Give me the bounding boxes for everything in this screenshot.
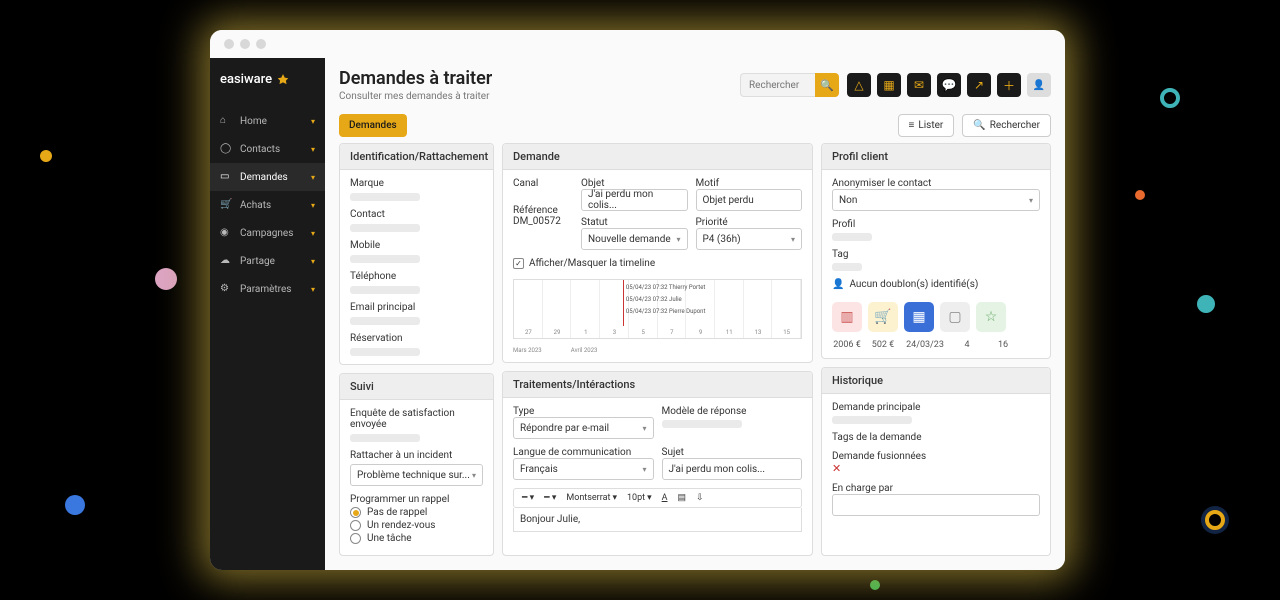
search-icon: 🔍	[820, 79, 834, 92]
chevron-down-icon: ▾	[311, 145, 315, 154]
radio-rendez-vous[interactable]: Un rendez-vous	[350, 520, 483, 531]
chat-icon[interactable]: 💬	[937, 73, 961, 97]
sidebar-item-achats[interactable]: 🛒Achats▾	[210, 191, 325, 219]
stat-revenue-icon[interactable]: ▥	[832, 302, 862, 332]
user-icon: ◯	[220, 143, 232, 155]
field-contact: Contact	[350, 209, 483, 220]
cart-icon: 🛒	[220, 199, 232, 211]
cloud-icon: ☁	[220, 255, 232, 267]
chevron-down-icon: ▾	[311, 117, 315, 126]
radio-tache[interactable]: Une tâche	[350, 533, 483, 544]
close-icon[interactable]: ✕	[832, 462, 1040, 475]
logo-icon	[276, 73, 290, 87]
avatar[interactable]: 👤	[1027, 73, 1051, 97]
page-title: Demandes à traiter	[339, 68, 732, 89]
attach-icon[interactable]: ⇩	[693, 492, 707, 504]
chevron-down-icon: ▾	[311, 229, 315, 238]
type-select[interactable]: Répondre par e-mail▾	[513, 417, 654, 439]
sujet-input[interactable]: J'ai perdu mon colis...	[662, 458, 803, 480]
field-email: Email principal	[350, 302, 483, 313]
mail-icon[interactable]: ✉	[907, 73, 931, 97]
sidebar-item-partage[interactable]: ☁Partage▾	[210, 247, 325, 275]
anonymiser-select[interactable]: Non▾	[832, 189, 1040, 211]
panel-demande: Demande	[503, 144, 812, 170]
sidebar-item-contacts[interactable]: ◯Contacts▾	[210, 135, 325, 163]
panel-historique: Historique	[822, 368, 1050, 394]
sidebar-item-home[interactable]: ⌂Home▾	[210, 107, 325, 135]
fontsize-select[interactable]: 10pt ▾	[624, 492, 655, 504]
panel-profil: Profil client	[822, 144, 1050, 170]
home-icon: ⌂	[220, 115, 232, 127]
field-mobile: Mobile	[350, 240, 483, 251]
list-icon: ≡	[909, 120, 915, 131]
monitor-icon: ▭	[220, 171, 232, 183]
panel-identification: Identification/Rattachement	[340, 144, 493, 170]
stat-calendar-icon[interactable]: ▦	[904, 302, 934, 332]
statut-select[interactable]: Nouvelle demande▾	[581, 228, 688, 250]
window-titlebar	[210, 30, 1065, 58]
encharge-input[interactable]	[832, 494, 1040, 516]
tab-demandes[interactable]: Demandes	[339, 114, 407, 137]
sidebar-item-campagnes[interactable]: ◉Campagnes▾	[210, 219, 325, 247]
calendar-icon[interactable]: ▦	[877, 73, 901, 97]
radio-pas-de-rappel[interactable]: Pas de rappel	[350, 507, 483, 518]
rechercher-button[interactable]: 🔍Rechercher	[962, 114, 1051, 137]
priorite-select[interactable]: P4 (36h)▾	[696, 228, 803, 250]
chevron-down-icon: ▾	[311, 201, 315, 210]
add-icon[interactable]: ＋	[997, 73, 1021, 97]
chevron-down-icon: ▾	[311, 257, 315, 266]
timeline-chart: 05/04/23 07:32 Thierry Portet 05/04/23 0…	[513, 279, 802, 339]
search-icon: 🔍	[973, 120, 985, 131]
motif-input[interactable]: Objet perdu	[696, 189, 803, 211]
reference-value: DM_00572	[513, 216, 573, 227]
sidebar-item-demandes[interactable]: ▭Demandes▾	[210, 163, 325, 191]
editor-toolbar[interactable]: ━ ▾━ ▾ Montserrat ▾ 10pt ▾ A ▤ ⇩	[513, 488, 802, 508]
langue-select[interactable]: Français▾	[513, 458, 654, 480]
panel-traitements: Traitements/Intéractions	[503, 372, 812, 398]
field-reservation: Réservation	[350, 333, 483, 344]
sidebar-item-parametres[interactable]: ⚙Paramètres▾	[210, 275, 325, 303]
notify-icon[interactable]: △	[847, 73, 871, 97]
chevron-down-icon: ▾	[311, 173, 315, 182]
global-search[interactable]: 🔍	[740, 73, 839, 97]
editor-body[interactable]: Bonjour Julie,	[513, 508, 802, 532]
highlight-icon[interactable]: ▤	[675, 492, 690, 504]
stat-star-icon[interactable]: ☆	[976, 302, 1006, 332]
field-marque: Marque	[350, 178, 483, 189]
page-subtitle: Consulter mes demandes à traiter	[339, 91, 732, 102]
export-icon[interactable]: ↗	[967, 73, 991, 97]
stat-cart-icon[interactable]: 🛒	[868, 302, 898, 332]
incident-select[interactable]: Problème technique sur...▾	[350, 464, 483, 486]
sidebar: easiware ⌂Home▾ ◯Contacts▾ ▭Demandes▾ 🛒A…	[210, 58, 325, 570]
gear-icon: ⚙	[220, 283, 232, 295]
chevron-down-icon: ▾	[311, 285, 315, 294]
objet-input[interactable]: J'ai perdu mon colis...	[581, 189, 688, 211]
user-icon: 👤	[832, 279, 844, 290]
broadcast-icon: ◉	[220, 227, 232, 239]
search-input[interactable]	[740, 73, 815, 97]
font-select[interactable]: Montserrat ▾	[563, 492, 620, 504]
text-color-icon[interactable]: A	[659, 492, 671, 504]
panel-suivi: Suivi	[340, 374, 493, 400]
brand-logo: easiware	[210, 58, 325, 101]
timeline-toggle[interactable]: ✓Afficher/Masquer la timeline	[513, 258, 802, 269]
lister-button[interactable]: ≡Lister	[898, 114, 955, 137]
field-telephone: Téléphone	[350, 271, 483, 282]
search-button[interactable]: 🔍	[815, 73, 839, 97]
stat-box-icon[interactable]: ▢	[940, 302, 970, 332]
